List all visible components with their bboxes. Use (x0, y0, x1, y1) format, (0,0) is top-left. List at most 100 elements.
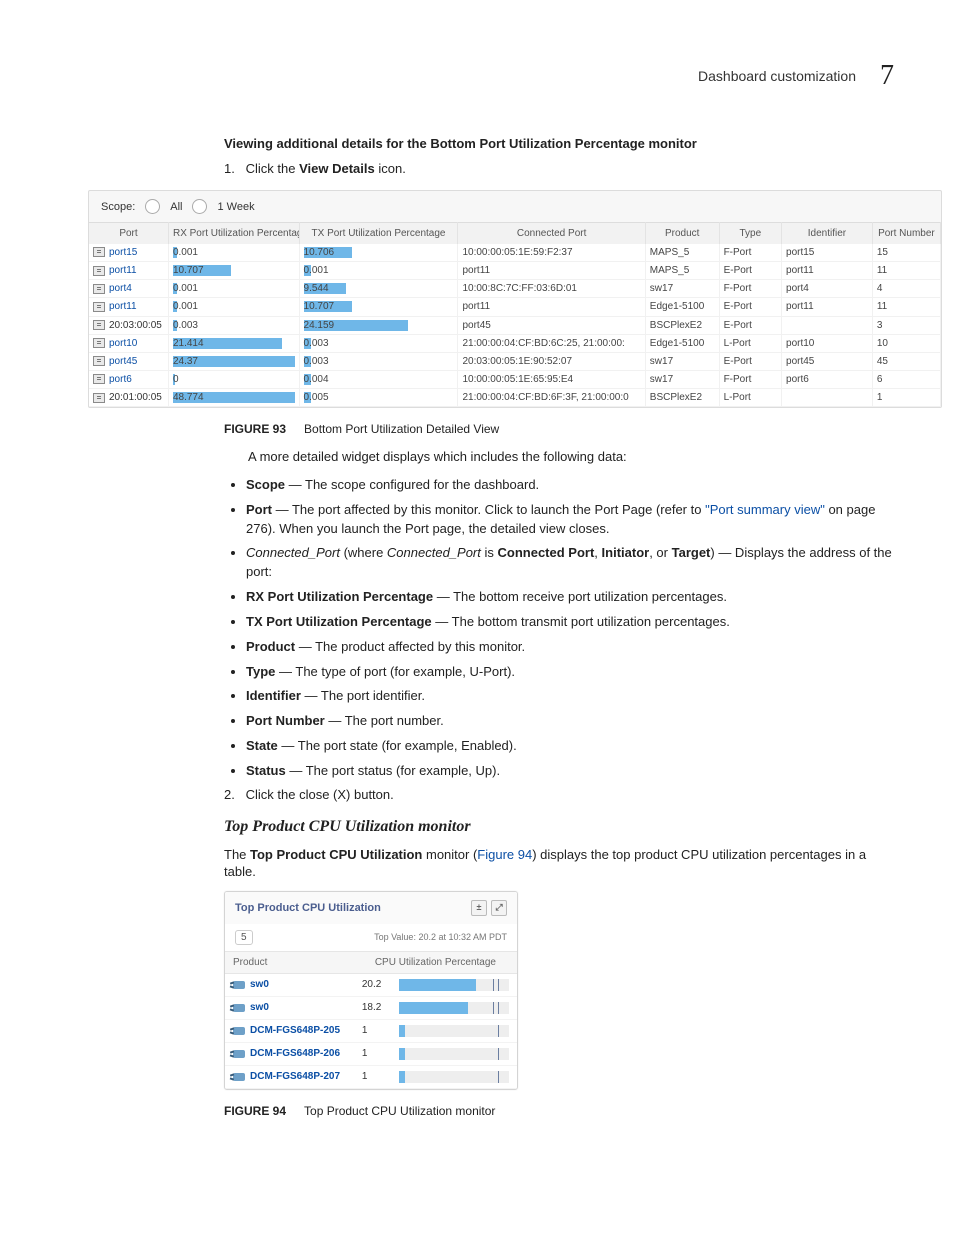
widget-subheader: 5 Top Value: 20.2 at 10:32 AM PDT (225, 924, 517, 951)
cpu-table: Product CPU Utilization Percentage sw020… (225, 951, 517, 1089)
col-header[interactable]: TX Port Utilization Percentage (299, 223, 458, 245)
type-cell: F-Port (719, 280, 781, 298)
prod-cell: sw17 (645, 370, 719, 388)
tx-cell: 0.003 (299, 352, 458, 370)
expand-icon[interactable]: ⤢ (491, 900, 507, 916)
port-cell[interactable]: port6 (89, 370, 168, 388)
list-item: Connected_Port (where Connected_Port is … (246, 544, 894, 582)
list-item: Status — The port status (for example, U… (246, 762, 894, 781)
prod-cell: MAPS_5 (645, 244, 719, 262)
col-header[interactable]: RX Port Utilization Percentage (168, 223, 299, 245)
col-header[interactable]: Connected Port (458, 223, 645, 245)
table-row: 20:03:00:050.00324.159port45BSCPlexE2E-P… (89, 316, 941, 334)
port-cell[interactable]: 20:03:00:05 (89, 316, 168, 334)
table-row: sw018.2 (225, 996, 517, 1019)
port-cell[interactable]: port11 (89, 298, 168, 316)
port-cell[interactable]: port45 (89, 352, 168, 370)
section-subtitle: Viewing additional details for the Botto… (224, 136, 894, 151)
id-cell (782, 389, 873, 407)
figure-label: FIGURE 93 (224, 422, 286, 436)
value-cell: 1 (354, 1065, 391, 1088)
port-cell[interactable]: port10 (89, 334, 168, 352)
rx-cell: 21.414 (168, 334, 299, 352)
tx-cell: 0.001 (299, 262, 458, 280)
bar-cell (391, 1019, 517, 1042)
port-cell[interactable]: port15 (89, 244, 168, 262)
list-item: State — The port state (for example, Ena… (246, 737, 894, 756)
list-item: Port — The port affected by this monitor… (246, 501, 894, 539)
rx-cell: 0 (168, 370, 299, 388)
widget-controls: ± ⤢ (471, 900, 507, 916)
table-row: sw020.2 (225, 973, 517, 996)
table-row: port1021.4140.00321:00:00:04:CF:BD:6C:25… (89, 334, 941, 352)
scope-label: Scope: (101, 201, 135, 213)
page-header: Dashboard customization 7 (88, 60, 894, 92)
doc-link[interactable]: "Port summary view" (705, 502, 825, 517)
port-icon (93, 374, 105, 384)
rx-cell: 0.001 (168, 244, 299, 262)
type-cell: E-Port (719, 316, 781, 334)
conn-cell: 21:00:00:04:CF:BD:6C:25, 21:00:00: (458, 334, 645, 352)
conn-cell: port45 (458, 316, 645, 334)
step-text: Click the close (X) button. (246, 787, 394, 802)
tx-cell: 10.706 (299, 244, 458, 262)
target-icon[interactable] (145, 199, 160, 214)
num-cell: 3 (872, 316, 940, 334)
list-item: RX Port Utilization Percentage — The bot… (246, 588, 894, 607)
port-cell[interactable]: port11 (89, 262, 168, 280)
figure-caption-text: Bottom Port Utilization Detailed View (304, 422, 499, 436)
step-2: 2. Click the close (X) button. (224, 787, 894, 802)
col-header[interactable]: Product (645, 223, 719, 245)
product-cell[interactable]: DCM-FGS648P-205 (225, 1019, 354, 1042)
rx-cell: 0.001 (168, 280, 299, 298)
collapse-icon[interactable]: ± (471, 900, 487, 916)
port-icon (93, 393, 105, 403)
conn-cell: 10:00:8C:7C:FF:03:6D:01 (458, 280, 645, 298)
product-cell[interactable]: sw0 (225, 973, 354, 996)
table-row: port1110.7070.001port11MAPS_5E-Portport1… (89, 262, 941, 280)
col-header[interactable]: Port (89, 223, 168, 245)
bar-cell (391, 996, 517, 1019)
value-cell: 1 (354, 1042, 391, 1065)
num-cell: 15 (872, 244, 940, 262)
col-header[interactable]: Port Number (872, 223, 940, 245)
switch-icon (233, 981, 245, 989)
port-icon (93, 320, 105, 330)
header-chapter: 7 (880, 60, 894, 92)
step-number: 2. (224, 787, 242, 802)
step-number: 1. (224, 161, 242, 176)
col-header[interactable]: Identifier (782, 223, 873, 245)
col-header[interactable]: Type (719, 223, 781, 245)
prod-cell: MAPS_5 (645, 262, 719, 280)
port-cell[interactable]: 20:01:00:05 (89, 389, 168, 407)
table-row: DCM-FGS648P-2051 (225, 1019, 517, 1042)
port-cell[interactable]: port4 (89, 280, 168, 298)
table-row: DCM-FGS648P-2061 (225, 1042, 517, 1065)
port-icon (93, 247, 105, 257)
list-item: Scope — The scope configured for the das… (246, 476, 894, 495)
table-row: DCM-FGS648P-2071 (225, 1065, 517, 1088)
table-row: port110.00110.707port11Edge1-5100E-Portp… (89, 298, 941, 316)
product-cell[interactable]: DCM-FGS648P-206 (225, 1042, 354, 1065)
col-cpu: CPU Utilization Percentage (354, 951, 517, 973)
step-text-a: Click the (246, 161, 299, 176)
type-cell: E-Port (719, 298, 781, 316)
clock-icon[interactable] (192, 199, 207, 214)
num-cell: 4 (872, 280, 940, 298)
port-icon (93, 356, 105, 366)
figure-link[interactable]: Figure 94 (477, 847, 532, 862)
prod-cell: BSCPlexE2 (645, 389, 719, 407)
tx-cell: 0.004 (299, 370, 458, 388)
conn-cell: port11 (458, 298, 645, 316)
id-cell: port6 (782, 370, 873, 388)
tx-cell: 9.544 (299, 280, 458, 298)
figure-94-caption: FIGURE 94Top Product CPU Utilization mon… (224, 1104, 894, 1118)
row-count[interactable]: 5 (235, 930, 253, 945)
product-cell[interactable]: sw0 (225, 996, 354, 1019)
switch-icon (233, 1073, 245, 1081)
value-cell: 18.2 (354, 996, 391, 1019)
rx-cell: 10.707 (168, 262, 299, 280)
product-cell[interactable]: DCM-FGS648P-207 (225, 1065, 354, 1088)
rx-cell: 0.003 (168, 316, 299, 334)
prod-cell: Edge1-5100 (645, 334, 719, 352)
